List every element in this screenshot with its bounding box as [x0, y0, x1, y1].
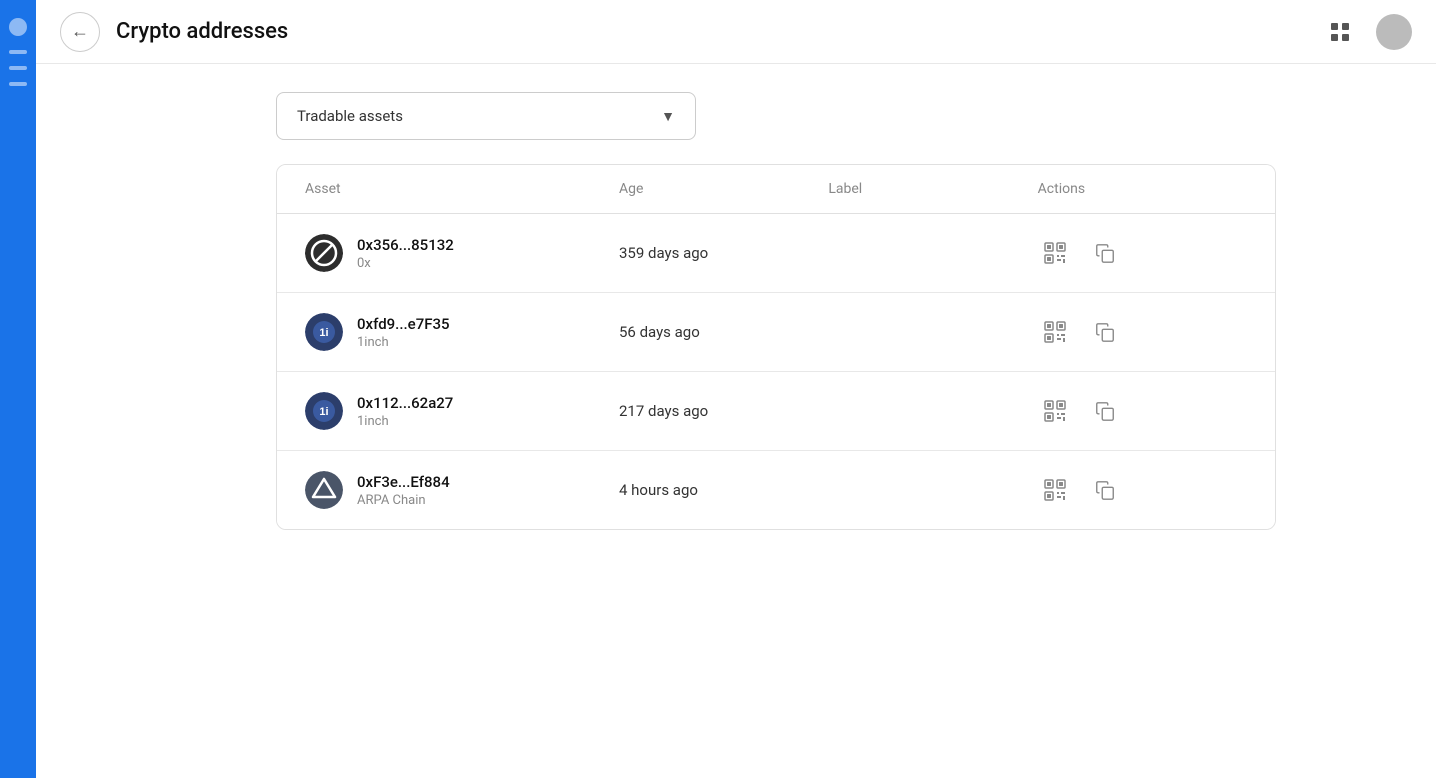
- asset-cell-3: 0xF3e...Ef884 ARPA Chain: [305, 471, 619, 509]
- asset-icon-2: 1i: [305, 392, 343, 430]
- asset-address-3: 0xF3e...Ef884: [357, 473, 450, 491]
- actions-cell-0: [1038, 236, 1247, 270]
- grid-menu-button[interactable]: [1320, 12, 1360, 52]
- table-row: 0x356...85132 0x 359 days ago: [277, 214, 1275, 293]
- age-cell-2: 217 days ago: [619, 402, 828, 420]
- copy-icon: [1094, 242, 1116, 264]
- table-row: 0xF3e...Ef884 ARPA Chain 4 hours ago: [277, 451, 1275, 529]
- qr-icon: [1043, 241, 1067, 265]
- asset-icon-1: 1i: [305, 313, 343, 351]
- asset-icon-3: [305, 471, 343, 509]
- asset-cell-1: 1i 0xfd9...e7F35 1inch: [305, 313, 619, 351]
- back-icon: ←: [71, 21, 89, 42]
- table-header: Asset Age Label Actions: [277, 165, 1275, 214]
- column-asset: Asset: [305, 181, 619, 197]
- asset-info-0: 0x356...85132 0x: [357, 236, 454, 271]
- copy-icon: [1094, 321, 1116, 343]
- sidebar-item-4: [9, 82, 27, 86]
- chevron-down-icon: ▼: [661, 108, 675, 125]
- actions-cell-2: [1038, 394, 1247, 428]
- qr-icon: [1043, 320, 1067, 344]
- asset-chain-1: 1inch: [357, 335, 450, 350]
- copy-icon: [1094, 400, 1116, 422]
- copy-button-0[interactable]: [1088, 236, 1122, 270]
- asset-cell-0: 0x356...85132 0x: [305, 234, 619, 272]
- asset-address-0: 0x356...85132: [357, 236, 454, 254]
- back-button[interactable]: ←: [60, 12, 100, 52]
- asset-info-3: 0xF3e...Ef884 ARPA Chain: [357, 473, 450, 508]
- grid-icon: [1328, 20, 1352, 44]
- asset-address-1: 0xfd9...e7F35: [357, 315, 450, 333]
- filter-section: Tradable assets ▼: [276, 64, 1276, 164]
- qr-icon: [1043, 399, 1067, 423]
- copy-button-1[interactable]: [1088, 315, 1122, 349]
- header: ← Crypto addresses: [36, 0, 1436, 64]
- asset-chain-0: 0x: [357, 256, 454, 271]
- sidebar: [0, 0, 36, 778]
- qr-button-1[interactable]: [1038, 315, 1072, 349]
- actions-cell-1: [1038, 315, 1247, 349]
- age-cell-1: 56 days ago: [619, 323, 828, 341]
- column-age: Age: [619, 181, 828, 197]
- asset-chain-3: ARPA Chain: [357, 493, 450, 508]
- header-right: [1320, 12, 1412, 52]
- age-cell-0: 359 days ago: [619, 244, 828, 262]
- copy-icon: [1094, 479, 1116, 501]
- table-row: 1i 0xfd9...e7F35 1inch 56 days ago: [277, 293, 1275, 372]
- svg-text:1i: 1i: [319, 406, 328, 418]
- asset-chain-2: 1inch: [357, 414, 453, 429]
- qr-button-3[interactable]: [1038, 473, 1072, 507]
- age-cell-3: 4 hours ago: [619, 481, 828, 499]
- asset-info-1: 0xfd9...e7F35 1inch: [357, 315, 450, 350]
- header-left: ← Crypto addresses: [60, 12, 288, 52]
- qr-icon: [1043, 478, 1067, 502]
- sidebar-item-2: [9, 50, 27, 54]
- table-row: 1i 0x112...62a27 1inch 217 days ago: [277, 372, 1275, 451]
- page-title: Crypto addresses: [116, 19, 288, 44]
- copy-button-3[interactable]: [1088, 473, 1122, 507]
- asset-address-2: 0x112...62a27: [357, 394, 453, 412]
- filter-label: Tradable assets: [297, 107, 403, 125]
- column-label: Label: [828, 181, 1037, 197]
- asset-icon-0: [305, 234, 343, 272]
- avatar[interactable]: [1376, 14, 1412, 50]
- svg-text:1i: 1i: [319, 327, 328, 339]
- column-actions: Actions: [1038, 181, 1247, 197]
- addresses-table: Asset Age Label Actions 0x356...85132 0x: [276, 164, 1276, 530]
- actions-cell-3: [1038, 473, 1247, 507]
- main-content: Tradable assets ▼ Asset Age Label Action…: [36, 0, 1436, 570]
- sidebar-item-1: [9, 18, 27, 36]
- qr-button-2[interactable]: [1038, 394, 1072, 428]
- sidebar-item-3: [9, 66, 27, 70]
- qr-button-0[interactable]: [1038, 236, 1072, 270]
- asset-cell-2: 1i 0x112...62a27 1inch: [305, 392, 619, 430]
- copy-button-2[interactable]: [1088, 394, 1122, 428]
- asset-info-2: 0x112...62a27 1inch: [357, 394, 453, 429]
- tradable-assets-dropdown[interactable]: Tradable assets ▼: [276, 92, 696, 140]
